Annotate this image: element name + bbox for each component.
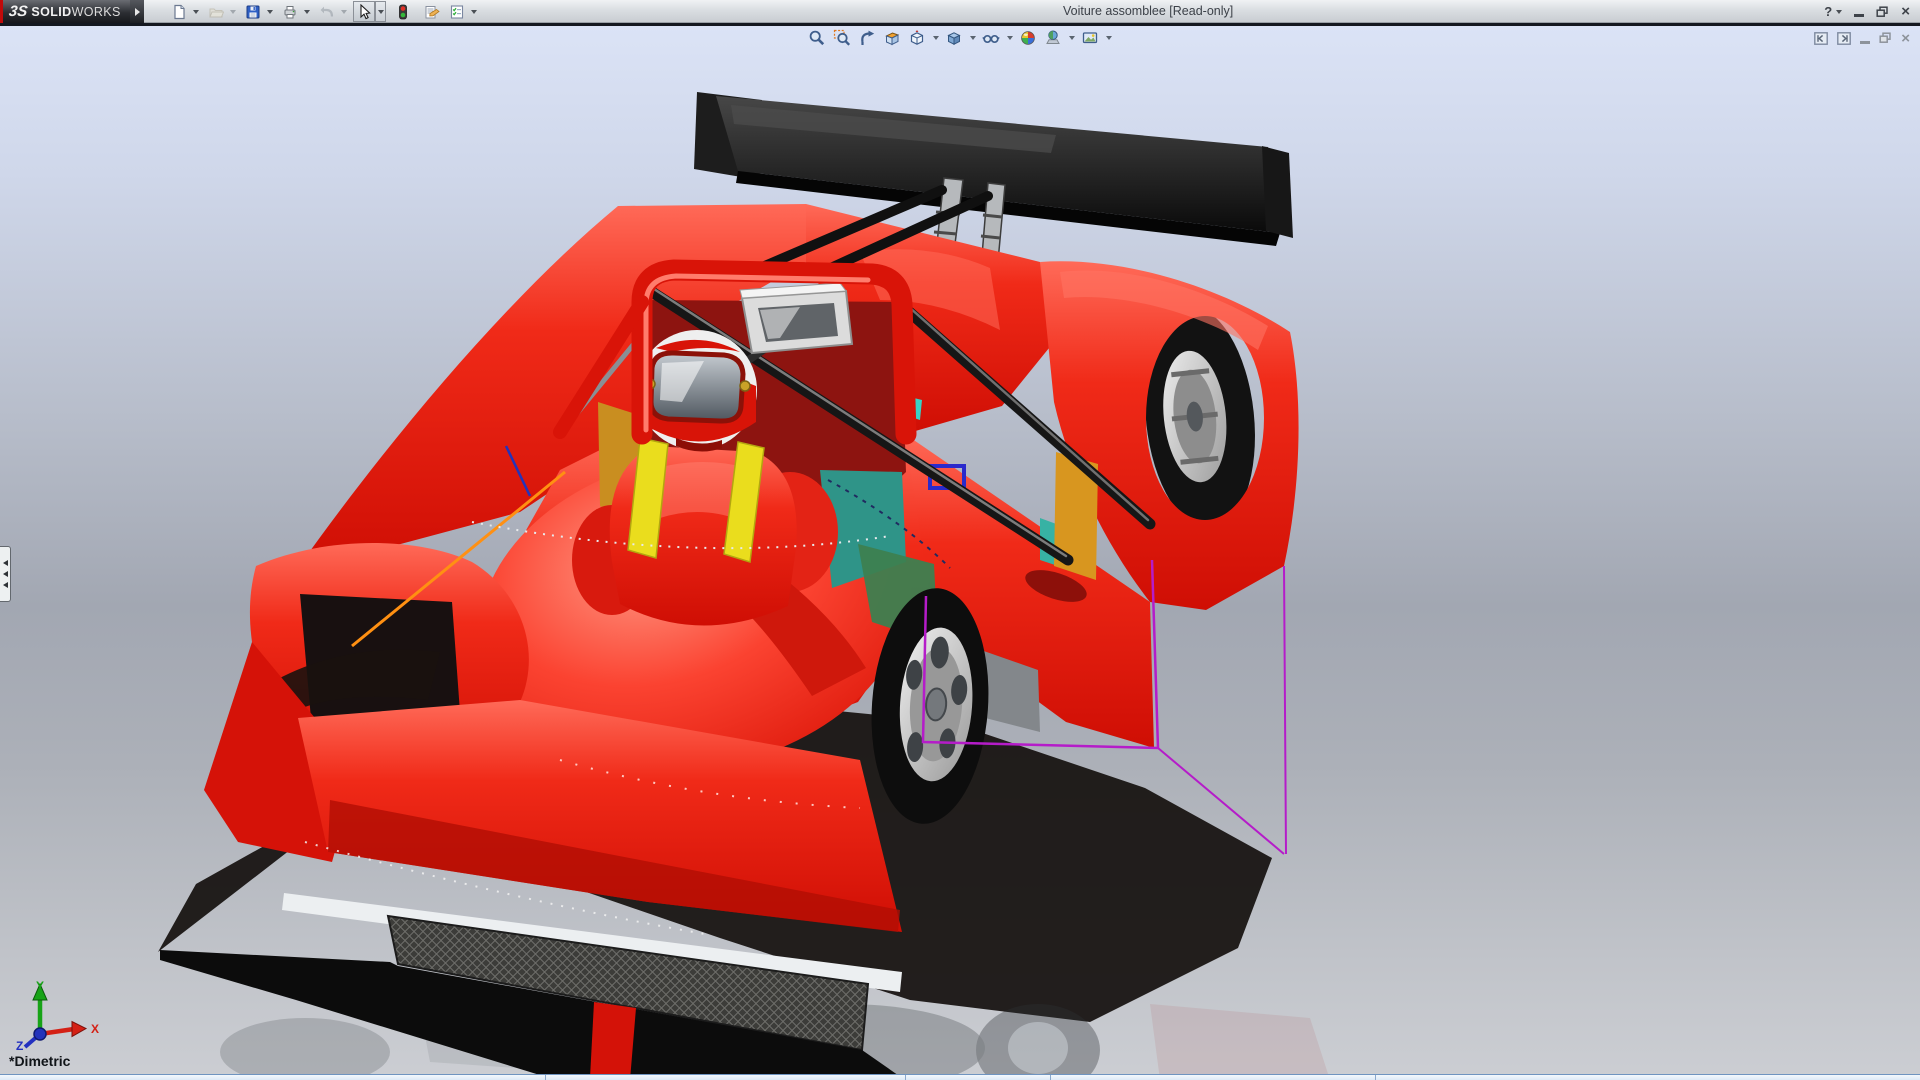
options-checklist-icon	[449, 4, 465, 20]
view-settings-icon	[1081, 29, 1099, 47]
rebuild-button[interactable]	[392, 1, 414, 22]
triad-y-label: Y	[36, 979, 44, 993]
status-bar	[0, 1074, 1920, 1080]
open-button[interactable]	[205, 1, 227, 22]
save-dropdown[interactable]	[264, 1, 275, 22]
hide-show-items-dropdown[interactable]	[1005, 27, 1014, 49]
menu-expander-button[interactable]	[130, 0, 144, 23]
view-settings-button[interactable]	[1079, 27, 1101, 49]
display-style-dropdown[interactable]	[968, 27, 977, 49]
hide-show-items-icon	[982, 29, 1000, 47]
minimize-button[interactable]	[1854, 14, 1864, 17]
new-button[interactable]	[168, 1, 190, 22]
previous-view-button[interactable]	[856, 27, 878, 49]
close-button[interactable]: ×	[1901, 4, 1910, 19]
collapse-arrow-icon	[3, 560, 8, 566]
file-properties-icon	[423, 4, 440, 20]
zoom-to-area-button[interactable]	[831, 27, 853, 49]
brand-mark: 3S	[8, 3, 29, 20]
graphics-area[interactable]	[0, 26, 1920, 1080]
new-dropdown[interactable]	[190, 1, 201, 22]
apply-scene-button[interactable]	[1042, 27, 1064, 49]
edit-appearance-icon	[1019, 29, 1037, 47]
view-orientation-icon	[908, 29, 926, 47]
zoom-to-fit-icon	[808, 29, 826, 47]
triad-x-label: X	[91, 1022, 99, 1036]
mirror-intake[interactable]	[740, 283, 852, 353]
brand-name-light: WORKS	[72, 5, 121, 19]
view-orientation-dropdown[interactable]	[931, 27, 940, 49]
save-icon	[245, 4, 261, 20]
collapse-left-pane-button[interactable]	[1814, 32, 1828, 45]
heads-up-toolbar	[806, 27, 1113, 49]
zoom-to-area-icon	[833, 29, 851, 47]
collapse-arrow-icon	[3, 582, 8, 588]
main-toolbar	[168, 1, 483, 22]
display-style-icon	[945, 29, 963, 47]
undo-dropdown[interactable]	[338, 1, 349, 22]
feature-panel-collapsed-tab[interactable]	[0, 546, 11, 602]
display-style-button[interactable]	[943, 27, 965, 49]
document-minimize-button[interactable]	[1860, 41, 1870, 44]
window-controls: ? ×	[1824, 0, 1910, 23]
section-view-button[interactable]	[881, 27, 903, 49]
document-restore-button[interactable]	[1879, 32, 1892, 44]
view-orientation-label: *Dimetric	[9, 1053, 70, 1069]
select-button[interactable]	[353, 1, 375, 22]
edit-appearance-button[interactable]	[1017, 27, 1039, 49]
solidworks-window: 3S SOLIDWORKS	[0, 0, 1920, 1080]
open-folder-icon	[208, 4, 224, 20]
zoom-to-fit-button[interactable]	[806, 27, 828, 49]
title-bar: 3S SOLIDWORKS	[0, 0, 1920, 23]
hide-show-items-button[interactable]	[980, 27, 1002, 49]
section-view-icon	[883, 29, 901, 47]
print-dropdown[interactable]	[301, 1, 312, 22]
options-dropdown[interactable]	[468, 1, 479, 22]
collapse-arrow-icon	[3, 571, 8, 577]
collapse-right-pane-button[interactable]	[1837, 32, 1851, 45]
view-orientation-button[interactable]	[906, 27, 928, 49]
options-button[interactable]	[446, 1, 468, 22]
undo-button[interactable]	[316, 1, 338, 22]
view-settings-dropdown[interactable]	[1104, 27, 1113, 49]
traffic-light-icon	[395, 4, 411, 20]
restore-button[interactable]	[1876, 6, 1889, 18]
help-dropdown[interactable]	[1836, 10, 1842, 14]
document-close-button[interactable]: ×	[1901, 31, 1910, 46]
triad-z-label: Z	[16, 1039, 23, 1052]
save-button[interactable]	[242, 1, 264, 22]
model-render[interactable]	[0, 26, 1920, 1080]
document-window-controls: ×	[1814, 28, 1910, 48]
print-icon	[282, 4, 298, 20]
open-dropdown[interactable]	[227, 1, 238, 22]
help-button[interactable]: ?	[1824, 4, 1832, 19]
new-document-icon	[171, 4, 187, 20]
select-dropdown[interactable]	[375, 1, 386, 22]
brand-name-bold: SOLID	[31, 5, 71, 19]
file-properties-button[interactable]	[420, 1, 442, 22]
reference-triad: Y X Z	[10, 978, 110, 1052]
apply-scene-icon	[1044, 29, 1062, 47]
previous-view-icon	[858, 29, 876, 47]
solidworks-logo: 3S SOLIDWORKS	[0, 0, 130, 23]
select-cursor-icon	[356, 4, 372, 20]
undo-icon	[319, 4, 335, 20]
print-button[interactable]	[279, 1, 301, 22]
apply-scene-dropdown[interactable]	[1067, 27, 1076, 49]
document-title: Voiture assomblee [Read-only]	[1063, 4, 1233, 18]
expander-arrow-icon	[135, 8, 140, 16]
